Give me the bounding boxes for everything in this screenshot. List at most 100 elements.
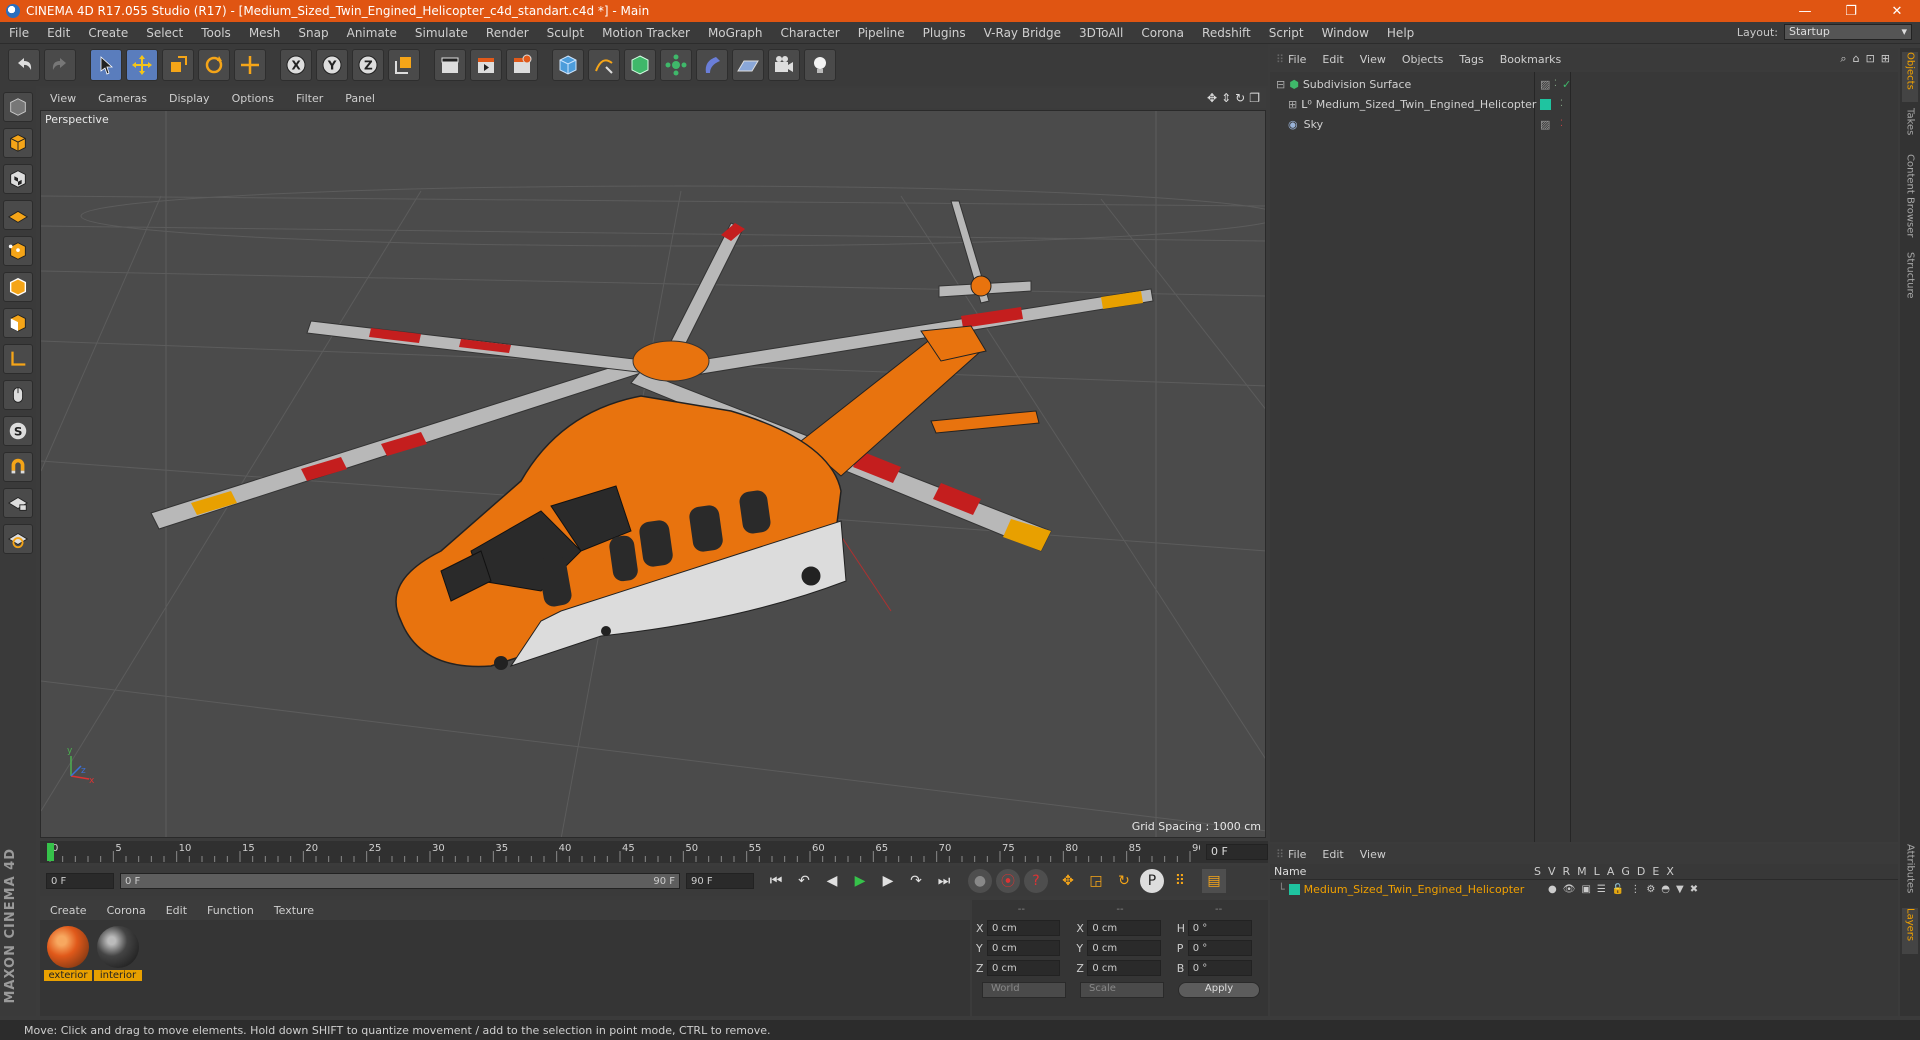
om-menu-bookmarks[interactable]: Bookmarks bbox=[1492, 53, 1569, 66]
expressions-column[interactable]: E bbox=[1652, 865, 1659, 878]
layer-name[interactable]: Medium_Sized_Twin_Engined_Helicopter bbox=[1304, 883, 1525, 896]
rotation-h-field[interactable]: 0 ° bbox=[1187, 920, 1253, 936]
add-mograph-button[interactable] bbox=[660, 49, 692, 81]
viewport-menu-cameras[interactable]: Cameras bbox=[88, 92, 159, 105]
position-z-field[interactable]: 0 cm bbox=[986, 960, 1061, 976]
object-row-subdivision-surface[interactable]: ⊟ ⬢ Subdivision Surface ▨ ⁚ ✓ bbox=[1270, 74, 1898, 94]
menu-redshift[interactable]: Redshift bbox=[1193, 26, 1260, 40]
panel-grip-icon[interactable]: ⠿ bbox=[1270, 848, 1284, 861]
next-key-button[interactable]: ↷ bbox=[904, 869, 928, 893]
move-tool-button[interactable] bbox=[126, 49, 158, 81]
play-forward-button[interactable]: ▶ bbox=[848, 869, 872, 893]
tweak-mode-button[interactable] bbox=[3, 380, 33, 410]
menu-character[interactable]: Character bbox=[771, 26, 848, 40]
menu-snap[interactable]: Snap bbox=[289, 26, 337, 40]
record-point-level-button[interactable]: ⠿ bbox=[1168, 869, 1192, 893]
menu-help[interactable]: Help bbox=[1378, 26, 1423, 40]
tab-content-browser[interactable]: Content Browser bbox=[1902, 154, 1918, 246]
view-flag-icon[interactable]: 👁 bbox=[1563, 884, 1576, 895]
dolly-icon[interactable]: ⇕ bbox=[1221, 91, 1231, 105]
menu-3dtoall[interactable]: 3DToAll bbox=[1070, 26, 1132, 40]
tab-layers[interactable]: Layers bbox=[1902, 908, 1918, 954]
menu-window[interactable]: Window bbox=[1313, 26, 1378, 40]
z-axis-lock-button[interactable]: Z bbox=[352, 49, 384, 81]
search-icon[interactable]: ⌕ bbox=[1840, 52, 1846, 66]
render-view-button[interactable] bbox=[434, 49, 466, 81]
menu-tools[interactable]: Tools bbox=[192, 26, 240, 40]
menu-script[interactable]: Script bbox=[1260, 26, 1313, 40]
menu-select[interactable]: Select bbox=[137, 26, 192, 40]
om-menu-objects[interactable]: Objects bbox=[1394, 53, 1452, 66]
current-frame-field[interactable]: 0 F bbox=[1206, 844, 1268, 860]
material-menu-function[interactable]: Function bbox=[197, 904, 264, 917]
add-cube-button[interactable] bbox=[552, 49, 584, 81]
size-y-field[interactable]: 0 cm bbox=[1087, 940, 1161, 956]
menu-simulate[interactable]: Simulate bbox=[406, 26, 477, 40]
menu-file[interactable]: File bbox=[0, 26, 38, 40]
pan-icon[interactable]: ✥ bbox=[1207, 91, 1217, 105]
object-name[interactable]: Subdivision Surface bbox=[1303, 78, 1411, 91]
x-axis-lock-button[interactable]: X bbox=[280, 49, 312, 81]
size-x-field[interactable]: 0 cm bbox=[1087, 920, 1161, 936]
lm-menu-file[interactable]: File bbox=[1280, 848, 1314, 861]
position-y-field[interactable]: 0 cm bbox=[986, 940, 1061, 956]
render-settings-button[interactable] bbox=[506, 49, 538, 81]
make-editable-button[interactable] bbox=[3, 92, 33, 122]
scale-tool-button[interactable] bbox=[162, 49, 194, 81]
add-floor-button[interactable] bbox=[732, 49, 764, 81]
animation-flag-icon[interactable]: ⋮ bbox=[1630, 884, 1640, 895]
add-generator-button[interactable] bbox=[624, 49, 656, 81]
enable-snap-button[interactable] bbox=[3, 452, 33, 482]
home-icon[interactable]: ⌂ bbox=[1853, 52, 1860, 66]
record-active-objects-button[interactable]: ● bbox=[968, 869, 992, 893]
layer-swatch-icon[interactable]: ▨ bbox=[1540, 78, 1550, 91]
previous-frame-button[interactable]: ◀ bbox=[820, 869, 844, 893]
layer-swatch-icon[interactable]: ▨ bbox=[1540, 118, 1550, 131]
previous-key-button[interactable]: ↶ bbox=[792, 869, 816, 893]
timeline-playhead[interactable] bbox=[47, 843, 54, 861]
preview-range-slider[interactable]: 0 F 90 F bbox=[120, 873, 680, 889]
render-flag-icon[interactable]: ▣ bbox=[1581, 884, 1590, 895]
om-menu-view[interactable]: View bbox=[1352, 53, 1394, 66]
viewport-menu-view[interactable]: View bbox=[40, 92, 88, 105]
coordinate-system-dropdown[interactable]: World bbox=[982, 982, 1066, 998]
deformers-column[interactable]: D bbox=[1637, 865, 1645, 878]
material-menu-create[interactable]: Create bbox=[40, 904, 97, 917]
locked-workplane-button[interactable] bbox=[3, 488, 33, 518]
name-column-header[interactable]: Name bbox=[1274, 865, 1306, 878]
layer-row[interactable]: └ Medium_Sized_Twin_Engined_Helicopter ●… bbox=[1270, 880, 1898, 898]
perspective-viewport[interactable]: y x z Perspective Grid Spacing : 1000 cm bbox=[40, 110, 1266, 838]
expand-plus-icon[interactable]: ⊞ bbox=[1288, 98, 1297, 111]
record-parameter-button[interactable]: P bbox=[1140, 869, 1164, 893]
object-name[interactable]: Medium_Sized_Twin_Engined_Helicopter bbox=[1316, 98, 1537, 111]
record-position-button[interactable]: ✥ bbox=[1056, 869, 1080, 893]
menu-render[interactable]: Render bbox=[477, 26, 538, 40]
rotate-tool-button[interactable] bbox=[198, 49, 230, 81]
autokeying-button[interactable]: ⦿ bbox=[996, 869, 1020, 893]
edges-mode-button[interactable] bbox=[3, 272, 33, 302]
lm-menu-view[interactable]: View bbox=[1352, 848, 1394, 861]
panel-grip-icon[interactable]: ⠿ bbox=[1270, 53, 1284, 66]
points-mode-button[interactable] bbox=[3, 236, 33, 266]
rotation-b-field[interactable]: 0 ° bbox=[1187, 960, 1253, 976]
layer-color-swatch[interactable] bbox=[1540, 98, 1551, 110]
layout-dropdown[interactable]: Startup bbox=[1784, 24, 1912, 40]
undo-button[interactable] bbox=[8, 49, 40, 81]
record-scale-button[interactable]: ◲ bbox=[1084, 869, 1108, 893]
render-picture-viewer-button[interactable] bbox=[470, 49, 502, 81]
polygons-mode-button[interactable] bbox=[3, 308, 33, 338]
solo-button[interactable]: S bbox=[3, 416, 33, 446]
recent-tool-button[interactable] bbox=[234, 49, 266, 81]
lm-menu-edit[interactable]: Edit bbox=[1314, 848, 1351, 861]
om-menu-file[interactable]: File bbox=[1280, 53, 1314, 66]
go-to-end-button[interactable]: ⏭ bbox=[932, 869, 956, 893]
apply-button[interactable]: Apply bbox=[1178, 982, 1260, 998]
menu-vray-bridge[interactable]: V-Ray Bridge bbox=[975, 26, 1070, 40]
size-mode-dropdown[interactable]: Scale bbox=[1080, 982, 1164, 998]
material-menu-edit[interactable]: Edit bbox=[156, 904, 197, 917]
xrefs-column[interactable]: X bbox=[1666, 865, 1674, 878]
menu-motion-tracker[interactable]: Motion Tracker bbox=[593, 26, 699, 40]
viewport-menu-display[interactable]: Display bbox=[159, 92, 222, 105]
visibility-dots-icon[interactable]: ⁚ bbox=[1560, 99, 1563, 109]
generator-flag-icon[interactable]: ⚙ bbox=[1646, 884, 1655, 895]
